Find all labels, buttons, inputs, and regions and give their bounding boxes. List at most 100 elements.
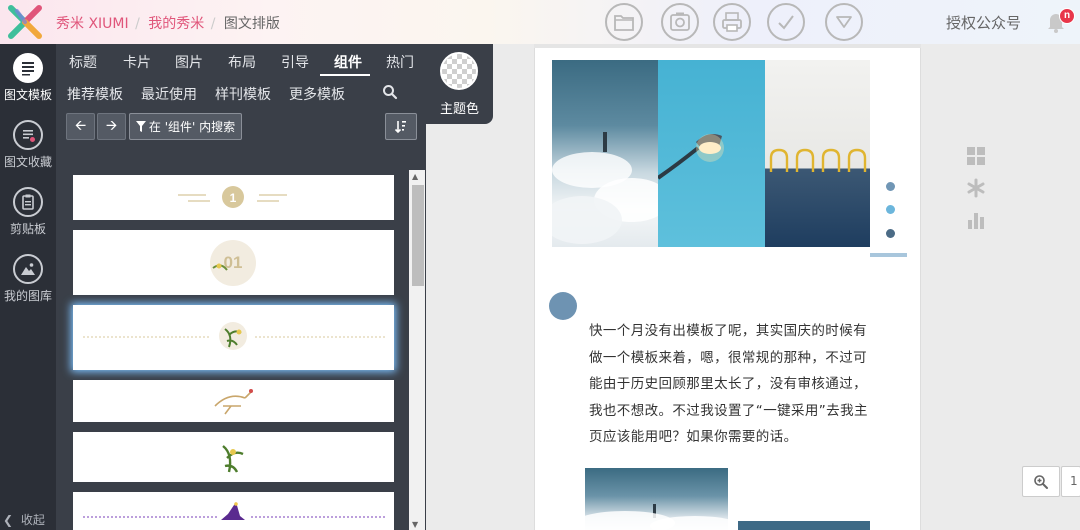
tab-card[interactable]: 卡片 <box>123 52 151 72</box>
folder-button[interactable] <box>605 3 643 41</box>
scroll-up-arrow-icon[interactable]: ▲ <box>412 172 418 181</box>
rail-item-label: 图文模板 <box>3 88 52 102</box>
filter-search-label: 在 '组件' 内搜索 <box>148 120 236 134</box>
filter-search-button[interactable]: 在 '组件' 内搜索 <box>129 113 242 140</box>
favorites-icon <box>13 120 43 150</box>
subtab-recommended[interactable]: 推荐模板 <box>67 84 123 104</box>
template-card[interactable]: 1 <box>73 175 394 220</box>
body-paragraph[interactable]: 快一个月没有出模板了呢，其实国庆的时候有做一个模板来着，嗯，很常规的那种，不过可… <box>589 318 869 451</box>
folder-icon <box>614 15 634 31</box>
print-button[interactable] <box>713 3 751 41</box>
breadcrumb: 秀米 XIUMI / 我的秀米 / 图文排版 <box>56 13 280 33</box>
tab-title[interactable]: 标题 <box>69 52 97 72</box>
filter-icon <box>135 121 146 132</box>
arrow-left-icon: 🡨 <box>74 117 87 134</box>
indicator-dot <box>886 205 895 214</box>
zoom-in-icon <box>1034 474 1048 489</box>
xiumi-logo[interactable] <box>6 3 44 41</box>
tab-layout[interactable]: 布局 <box>228 52 256 72</box>
street-lamp-icon <box>658 134 724 180</box>
breadcrumb-site[interactable]: 秀米 XIUMI <box>56 16 129 32</box>
clipboard-icon <box>13 187 43 217</box>
template-card[interactable] <box>73 380 394 422</box>
chevron-left-icon: ❮ <box>3 513 14 527</box>
sort-icon <box>394 120 406 133</box>
template-card[interactable] <box>73 492 394 530</box>
photo-tower-clouds-small[interactable] <box>585 468 728 530</box>
rail-item-clipboard[interactable]: 剪贴板 <box>0 187 56 237</box>
rail-item-favorites[interactable]: 图文收藏 <box>0 120 56 170</box>
active-tab-underline <box>320 74 370 76</box>
leaf-icon <box>222 445 244 473</box>
settings-asterisk-icon[interactable] <box>966 178 986 198</box>
rail-item-label: 剪贴板 <box>9 222 46 236</box>
breadcrumb-current: 图文排版 <box>223 16 280 32</box>
photo-partial[interactable] <box>738 521 870 530</box>
template-card-selected[interactable] <box>73 305 394 370</box>
tower-silhouette <box>585 504 728 530</box>
grid-view-icon[interactable] <box>966 146 986 166</box>
check-icon <box>778 15 794 30</box>
indicator-dot <box>886 229 895 238</box>
tab-popular[interactable]: 热门 <box>386 52 414 72</box>
rail-item-templates[interactable]: 图文模板 <box>0 53 56 103</box>
rail-item-gallery[interactable]: 我的图库 <box>0 254 56 304</box>
sort-button[interactable] <box>385 113 417 140</box>
printer-icon <box>722 12 742 32</box>
ornament-divider-icon: 1 <box>178 186 287 208</box>
bar-chart-icon[interactable] <box>966 210 986 230</box>
gallery-icon <box>13 254 43 284</box>
back-button[interactable]: 🡨 <box>66 113 95 140</box>
scroll-down-arrow-icon[interactable]: ▼ <box>412 520 418 529</box>
theme-color-swatch[interactable] <box>440 52 478 90</box>
leaf-divider-icon <box>83 322 385 350</box>
scrollbar-thumb[interactable] <box>412 185 424 286</box>
subtab-more[interactable]: 更多模板 <box>289 84 345 104</box>
breadcrumb-separator: / <box>210 16 216 32</box>
subtab-recent[interactable]: 最近使用 <box>141 84 197 104</box>
category-tabs: 标题 卡片 图片 布局 引导 组件 热门 <box>56 50 426 76</box>
template-list-icon <box>13 53 43 83</box>
theme-color-label: 主题色 <box>440 102 480 117</box>
accent-bar <box>870 253 907 257</box>
collapse-button[interactable]: ❮ 收起 <box>3 511 45 528</box>
top-bar: 秀米 XIUMI / 我的秀米 / 图文排版 授权公众号 n <box>0 0 1080 44</box>
template-badge-number: 1 <box>230 191 237 205</box>
template-card[interactable]: 01 <box>73 230 394 295</box>
forward-button[interactable]: 🡪 <box>97 113 126 140</box>
canvas-gutter <box>426 124 534 530</box>
crane-icon <box>214 389 253 415</box>
template-card[interactable] <box>73 432 394 482</box>
photo-tower-clouds[interactable] <box>552 60 658 247</box>
tab-guide[interactable]: 引导 <box>281 52 309 72</box>
photo-street-lamp[interactable] <box>658 60 765 247</box>
rail-item-label: 图文收藏 <box>3 155 52 169</box>
check-button[interactable] <box>767 3 805 41</box>
photo-pool-ladder[interactable] <box>765 60 870 247</box>
tab-image[interactable]: 图片 <box>175 52 203 72</box>
zoom-in-button[interactable] <box>1022 466 1060 497</box>
tab-components[interactable]: 组件 <box>334 52 362 72</box>
witch-hat-icon <box>83 502 385 520</box>
authorize-account-link[interactable]: 授权公众号 <box>946 12 1021 33</box>
subtab-sample[interactable]: 样刊模板 <box>215 84 271 104</box>
breadcrumb-separator: / <box>135 16 140 32</box>
badge-01-icon: 01 <box>210 240 256 286</box>
document-top-edge <box>534 44 921 48</box>
rail-item-label: 我的图库 <box>3 289 52 303</box>
breadcrumb-mine[interactable]: 我的秀米 <box>148 16 204 32</box>
indicator-dot <box>886 182 895 191</box>
camera-icon <box>670 12 690 31</box>
notification-badge: n <box>1059 8 1075 24</box>
sub-tabs: 推荐模板 最近使用 样刊模板 更多模板 <box>56 84 426 106</box>
paragraph-marker-dot <box>549 292 577 320</box>
collapse-label: 收起 <box>20 513 45 527</box>
tower-silhouette <box>552 132 658 244</box>
more-button[interactable] <box>825 3 863 41</box>
dropdown-triangle-icon <box>836 16 852 28</box>
camera-button[interactable] <box>661 3 699 41</box>
zoom-level-box[interactable]: 1 <box>1061 466 1080 497</box>
search-icon[interactable] <box>382 84 398 100</box>
pool-ladder-icon <box>769 148 867 172</box>
arrow-right-icon: 🡪 <box>105 117 118 134</box>
